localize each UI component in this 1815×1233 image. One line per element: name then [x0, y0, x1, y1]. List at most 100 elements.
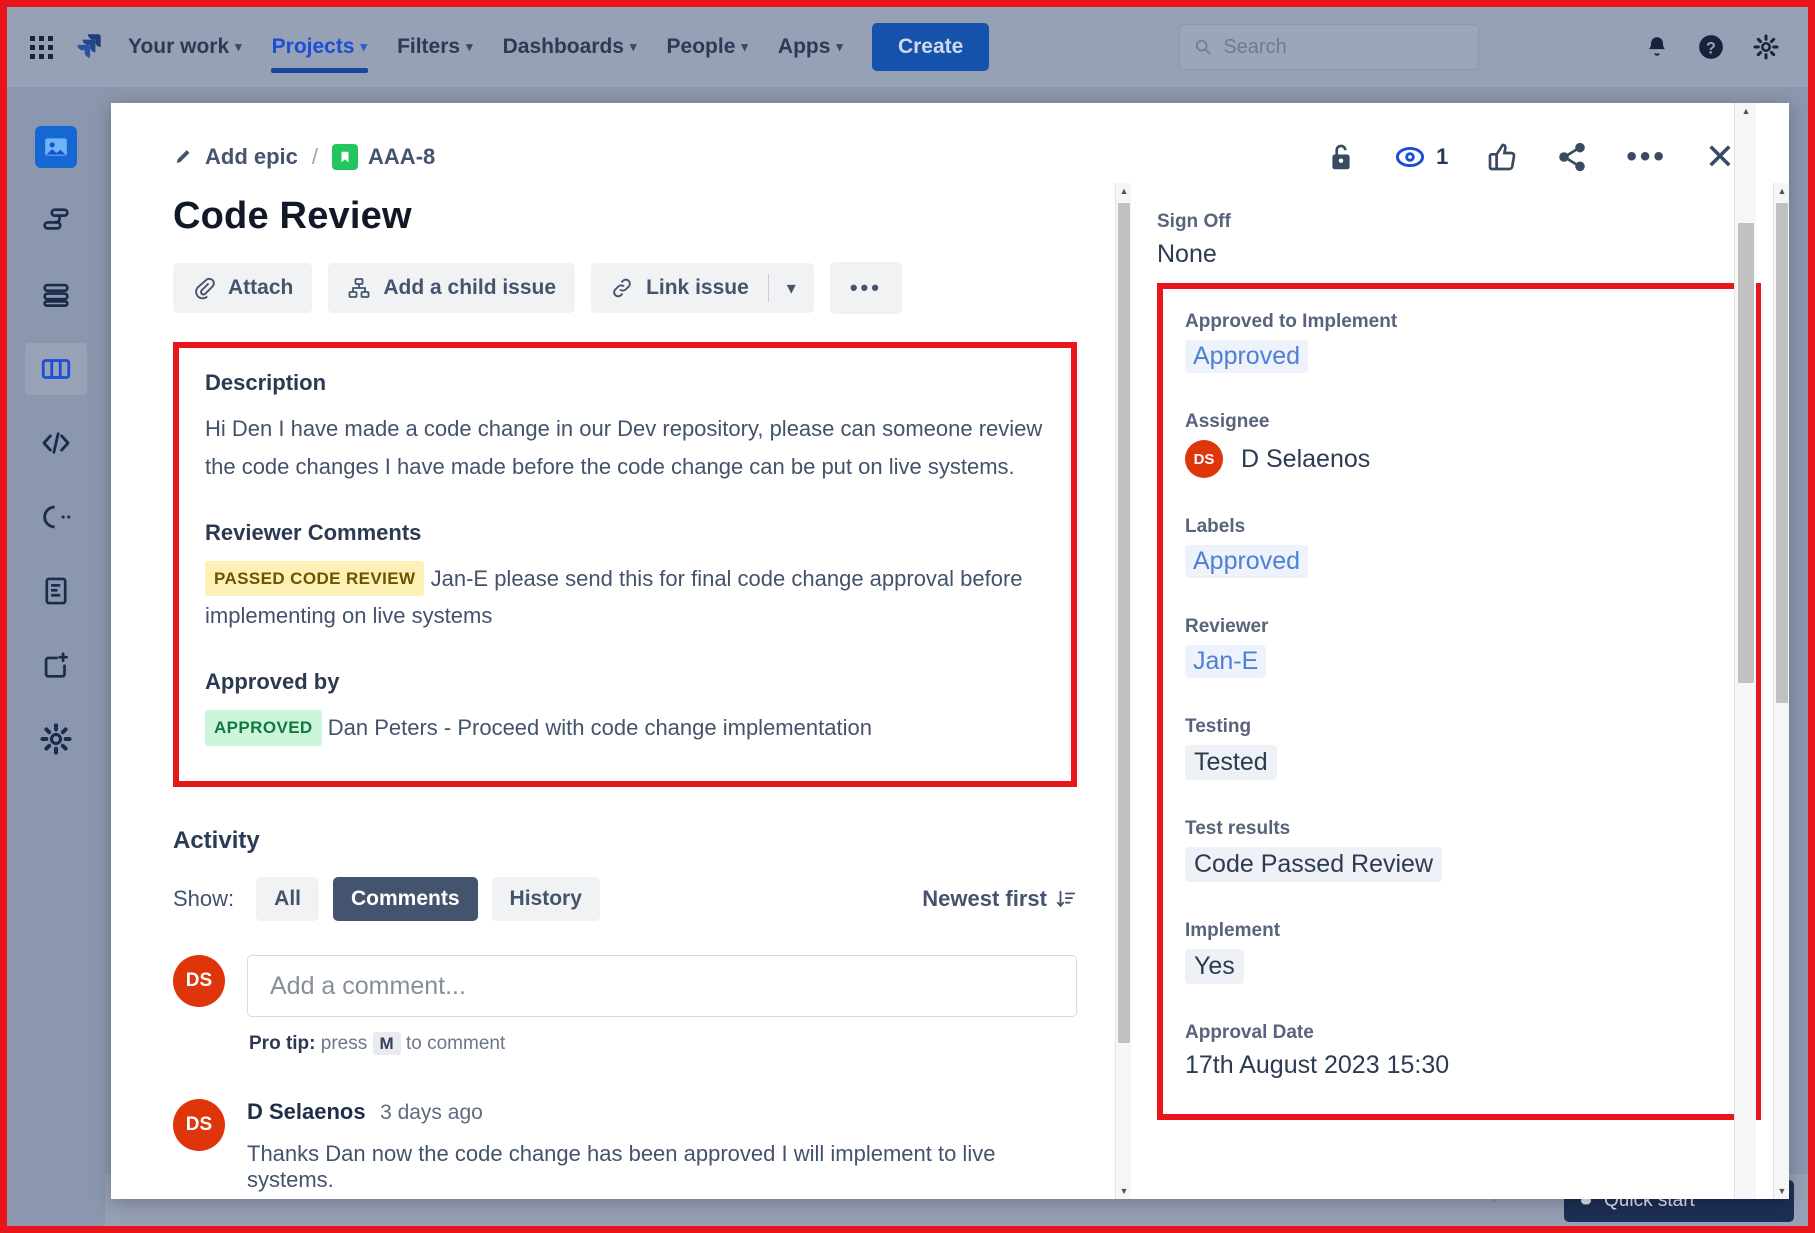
sidebar-item-settings[interactable] [25, 713, 87, 765]
activity-section: Activity Show: All Comments History Newe… [173, 827, 1077, 1193]
comment-author[interactable]: D Selaenos [247, 1099, 366, 1124]
assignee-row[interactable]: DS D Selaenos [1185, 440, 1733, 478]
chevron-down-icon: ▾ [361, 39, 368, 55]
settings-gear-icon [39, 722, 73, 756]
comment-input[interactable]: Add a comment... [247, 955, 1077, 1017]
sidebar-item-deployments[interactable] [25, 491, 87, 543]
link-issue-dropdown-button[interactable]: ▾ [769, 265, 814, 312]
sort-order-label: Newest first [922, 886, 1047, 912]
field-approval-date: Approval Date 17th August 2023 15:30 [1185, 1022, 1733, 1080]
scrollbar-thumb[interactable] [1776, 203, 1788, 703]
modal-header: Add epic / AAA-8 [111, 103, 1789, 183]
scrollbar-thumb[interactable] [1118, 203, 1130, 1043]
sidebar-item-board[interactable] [25, 343, 87, 395]
reviewer-comments-title: Reviewer Comments [205, 520, 1045, 546]
tab-history[interactable]: History [492, 877, 600, 921]
more-options-icon[interactable]: ••• [1626, 148, 1667, 166]
help-icon[interactable]: ? [1696, 32, 1726, 62]
chevron-down-icon: ▾ [630, 39, 637, 55]
thumbs-up-icon[interactable] [1486, 141, 1518, 173]
scroll-up-arrow[interactable]: ▲ [1774, 183, 1789, 199]
approved-by-title: Approved by [205, 669, 1045, 695]
main-content-scrollbar[interactable]: ▲ ▼ [1115, 183, 1131, 1199]
pro-tip-key: M [373, 1032, 401, 1055]
modal-body: Code Review Attach [111, 183, 1789, 1199]
field-label: Reviewer [1185, 616, 1733, 638]
settings-gear-icon[interactable] [1752, 33, 1780, 61]
create-button[interactable]: Create [872, 23, 989, 71]
scrollbar-thumb[interactable] [1738, 223, 1754, 683]
field-value[interactable]: Tested [1185, 745, 1277, 780]
field-value[interactable]: Jan-E [1185, 645, 1266, 678]
sidebar-item-add[interactable] [25, 639, 87, 691]
sort-order-button[interactable]: Newest first [922, 886, 1077, 912]
nav-filters[interactable]: Filters ▾ [382, 7, 488, 87]
details-panel-scrollbar[interactable]: ▲ ▼ [1773, 183, 1789, 1199]
field-value[interactable]: Code Passed Review [1185, 847, 1442, 882]
status-badge: APPROVED [205, 710, 322, 745]
nav-apps[interactable]: Apps ▾ [763, 7, 858, 87]
status-badge: PASSED CODE REVIEW [205, 561, 424, 596]
watch-control[interactable]: 1 [1394, 143, 1448, 171]
sidebar-item-pages[interactable] [25, 565, 87, 617]
add-child-issue-button[interactable]: Add a child issue [328, 263, 575, 313]
more-actions-button[interactable]: ••• [830, 262, 902, 314]
apps-grid-icon[interactable] [17, 23, 65, 71]
field-implement: Implement Yes [1185, 920, 1733, 984]
field-approved-to-implement: Approved to Implement Approved [1185, 311, 1733, 373]
sidebar-item-code[interactable] [25, 417, 87, 469]
list-item: DS D Selaenos 3 days ago Thanks Dan now … [173, 1099, 1077, 1193]
link-issue-split-button: Link issue ▾ [591, 263, 814, 313]
approved-by-body: Dan Peters - Proceed with code change im… [328, 715, 872, 740]
scroll-down-arrow[interactable]: ▼ [1116, 1183, 1131, 1199]
add-epic-button[interactable]: Add epic [173, 144, 298, 170]
tab-all[interactable]: All [256, 877, 319, 921]
nav-projects[interactable]: Projects ▾ [257, 7, 382, 87]
field-value[interactable]: None [1157, 240, 1789, 269]
avatar: DS [1185, 440, 1223, 478]
sidebar-item-roadmap[interactable] [25, 195, 87, 247]
scroll-up-arrow[interactable]: ▲ [1116, 183, 1131, 199]
chevron-down-icon: ▾ [741, 39, 748, 55]
issue-key-link[interactable]: AAA-8 [332, 144, 435, 170]
description-title: Description [205, 370, 1045, 396]
approved-by-text[interactable]: APPROVED Dan Peters - Proceed with code … [205, 709, 1045, 747]
project-avatar[interactable] [25, 121, 87, 173]
field-value[interactable]: Approved [1185, 340, 1308, 373]
link-icon [610, 276, 634, 300]
nav-dashboards[interactable]: Dashboards ▾ [488, 7, 652, 87]
field-label: Testing [1185, 716, 1733, 738]
link-issue-button[interactable]: Link issue [591, 263, 768, 313]
scroll-down-arrow[interactable]: ▼ [1774, 1183, 1789, 1199]
field-label: Approval Date [1185, 1022, 1733, 1044]
chevron-down-icon: ▾ [466, 39, 473, 55]
pages-document-icon [39, 574, 73, 608]
chevron-down-icon: ▾ [235, 39, 242, 55]
nav-label: Dashboards [503, 35, 624, 59]
scroll-up-arrow[interactable]: ▲ [1735, 103, 1757, 119]
field-test-results: Test results Code Passed Review [1185, 818, 1733, 882]
page-scrollbar[interactable]: ▲ [1734, 103, 1756, 1199]
close-icon[interactable]: ✕ [1705, 143, 1735, 172]
jira-logo-icon[interactable] [65, 23, 113, 71]
field-assignee: Assignee DS D Selaenos [1185, 411, 1733, 478]
nav-people[interactable]: People ▾ [652, 7, 763, 87]
share-icon[interactable] [1556, 141, 1588, 173]
field-sign-off: Sign Off None [1157, 211, 1789, 269]
description-text[interactable]: Hi Den I have made a code change in our … [205, 410, 1045, 486]
notifications-bell-icon[interactable] [1644, 34, 1670, 60]
field-value[interactable]: Yes [1185, 949, 1244, 984]
pro-tip-prefix: Pro tip: [249, 1033, 316, 1054]
nav-your-work[interactable]: Your work ▾ [113, 7, 257, 87]
search-input[interactable]: Search [1179, 24, 1479, 70]
field-value[interactable]: 17th August 2023 15:30 [1185, 1051, 1733, 1080]
field-value[interactable]: Approved [1185, 545, 1308, 578]
unlock-icon[interactable] [1326, 141, 1356, 173]
field-label: Implement [1185, 920, 1733, 942]
sort-descending-icon [1055, 888, 1077, 910]
reviewer-comments-text[interactable]: PASSED CODE REVIEW Jan-E please send thi… [205, 560, 1045, 636]
field-label: Test results [1185, 818, 1733, 840]
attach-button[interactable]: Attach [173, 263, 312, 313]
sidebar-item-backlog[interactable] [25, 269, 87, 321]
tab-comments[interactable]: Comments [333, 877, 478, 921]
